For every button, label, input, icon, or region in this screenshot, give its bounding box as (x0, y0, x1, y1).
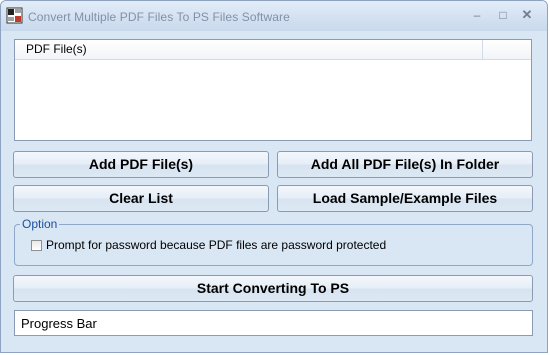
maximize-icon[interactable]: □ (491, 7, 515, 23)
progress-label: Progress Bar (21, 316, 97, 331)
password-prompt-checkbox[interactable] (31, 240, 42, 251)
main-window: Convert Multiple PDF Files To PS Files S… (0, 0, 548, 353)
title-bar[interactable]: Convert Multiple PDF Files To PS Files S… (1, 1, 547, 31)
minimize-icon[interactable]: – (465, 7, 489, 23)
column-header-pdf-files[interactable]: PDF File(s) (15, 40, 483, 59)
password-prompt-label[interactable]: Prompt for password because PDF files ar… (46, 238, 386, 252)
close-icon[interactable]: ✕ (515, 7, 539, 23)
window-title: Convert Multiple PDF Files To PS Files S… (28, 10, 290, 24)
list-header: PDF File(s) (15, 40, 531, 60)
app-icon (6, 7, 23, 24)
option-group: Option Prompt for password because PDF f… (14, 217, 533, 266)
add-pdf-files-button[interactable]: Add PDF File(s) (13, 151, 269, 178)
option-legend: Option (20, 217, 60, 231)
client-area: PDF File(s) Add PDF File(s) Add All PDF … (5, 31, 543, 349)
load-sample-button[interactable]: Load Sample/Example Files (277, 185, 533, 212)
progress-bar: Progress Bar (14, 310, 533, 336)
add-folder-button[interactable]: Add All PDF File(s) In Folder (277, 151, 533, 178)
start-converting-button[interactable]: Start Converting To PS (13, 275, 533, 302)
pdf-file-list[interactable]: PDF File(s) (14, 39, 532, 141)
clear-list-button[interactable]: Clear List (13, 185, 269, 212)
